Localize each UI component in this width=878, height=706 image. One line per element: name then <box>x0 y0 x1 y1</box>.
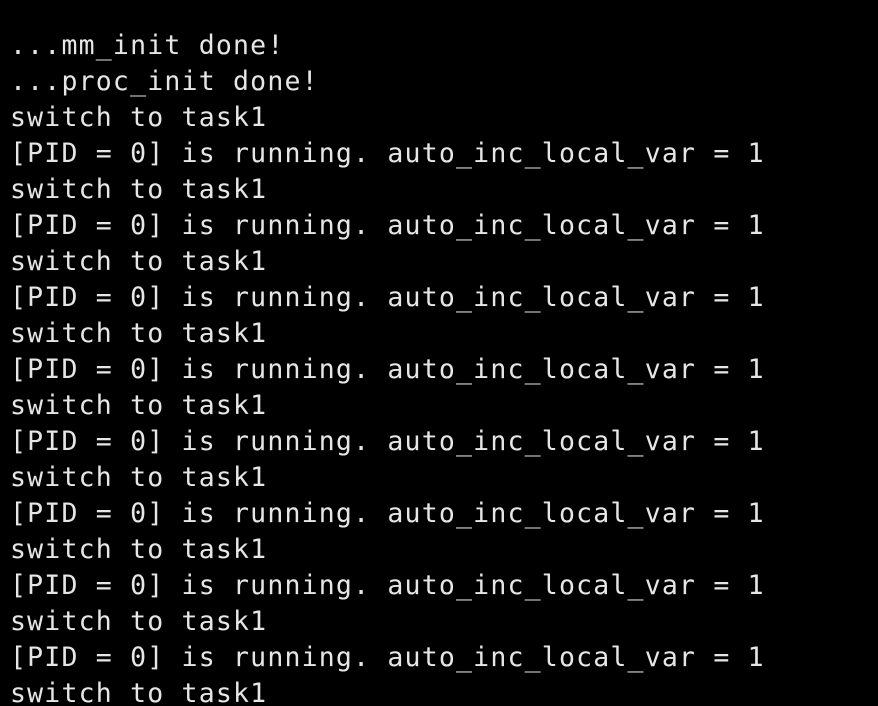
terminal-line: [PID = 0] is running. auto_inc_local_var… <box>10 354 765 385</box>
terminal-line: ...mm_init done! <box>10 30 285 61</box>
terminal-line: switch to task1 <box>10 678 268 706</box>
terminal-line: switch to task1 <box>10 390 268 421</box>
terminal-line: switch to task1 <box>10 606 268 637</box>
terminal-line: ...proc_init done! <box>10 66 319 97</box>
terminal-line: [PID = 0] is running. auto_inc_local_var… <box>10 210 765 241</box>
terminal-line: [PID = 0] is running. auto_inc_local_var… <box>10 426 765 457</box>
terminal-line: switch to task1 <box>10 102 268 133</box>
terminal-line: [PID = 0] is running. auto_inc_local_var… <box>10 138 765 169</box>
terminal-line: [PID = 0] is running. auto_inc_local_var… <box>10 498 765 529</box>
terminal-line: switch to task1 <box>10 534 268 565</box>
terminal-line: switch to task1 <box>10 174 268 205</box>
terminal-line: switch to task1 <box>10 246 268 277</box>
terminal-line: [PID = 0] is running. auto_inc_local_var… <box>10 282 765 313</box>
terminal-line-clipped <box>10 0 765 28</box>
terminal-window[interactable]: ...mm_init done! ...proc_init done! switch… <box>0 0 878 706</box>
terminal-line: [PID = 0] is running. auto_inc_local_var… <box>10 642 765 673</box>
terminal-line: [PID = 0] is running. auto_inc_local_var… <box>10 570 765 601</box>
terminal-line: switch to task1 <box>10 318 268 349</box>
terminal-line: switch to task1 <box>10 462 268 493</box>
terminal-output: ...mm_init done! ...proc_init done! switch… <box>10 0 765 706</box>
